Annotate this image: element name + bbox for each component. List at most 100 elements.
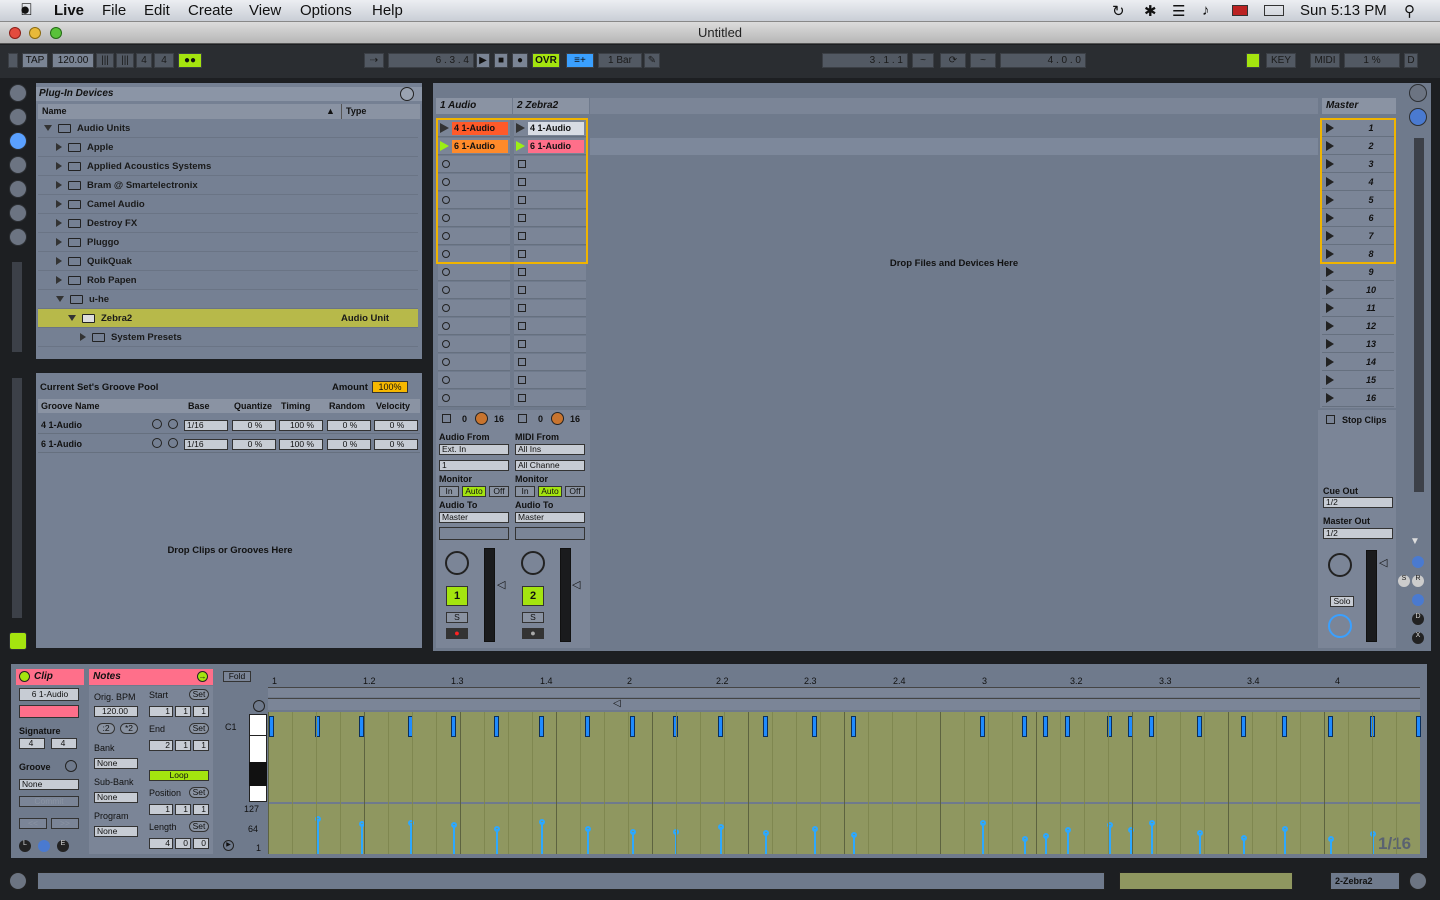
clip-signature-numerator[interactable]: 4 [19,738,45,749]
monitor-in-button[interactable]: In [439,486,459,497]
midi-note[interactable] [539,716,544,737]
velocity-handle[interactable] [1149,820,1155,826]
bluetooth-icon[interactable]: ✱ [1144,2,1157,20]
io-toggle-icon[interactable] [1412,556,1424,568]
cue-volume-knob[interactable] [1328,614,1352,638]
detail-view-icon[interactable] [1409,872,1427,890]
velocity-handle[interactable] [1197,830,1203,836]
length-sixteenth[interactable]: 0 [193,838,209,849]
clip-slot[interactable] [514,282,586,299]
browser-item[interactable]: Destroy FX [38,214,418,233]
velocity-handle[interactable] [1043,833,1049,839]
overdub-button[interactable]: OVR [532,53,560,68]
mixer-toggle-icon[interactable] [1412,594,1424,606]
nudge-left-button[interactable]: << [19,818,47,829]
drop-area[interactable]: Drop Files and Devices Here [590,118,1318,408]
velocity-handle[interactable] [539,819,545,825]
flag-icon[interactable] [1232,5,1248,16]
selected-track-label[interactable]: 2-Zebra2 [1330,872,1400,890]
input-channel-dropdown[interactable]: All Channe [515,460,585,471]
groove-row[interactable]: 4 1-Audio 1/16 0 % 100 % 0 % 0 % [38,417,420,434]
master-pan-knob[interactable] [1328,553,1352,577]
clip-color-dropdown[interactable] [19,705,79,718]
bank-dropdown[interactable]: None [94,758,138,769]
scene-launch[interactable]: 15 [1322,371,1394,389]
stop-button[interactable]: ■ [494,53,508,68]
play-button[interactable]: ▶ [476,53,490,68]
midi-note[interactable] [630,716,635,737]
returns-toggle-icon[interactable]: R [1412,575,1424,587]
file-browser-2-icon[interactable] [9,180,27,198]
scene-launch[interactable]: 16 [1322,389,1394,407]
position-set-button[interactable]: Set [189,787,209,798]
midi-note[interactable] [494,716,499,737]
menu-create[interactable]: Create [188,2,233,19]
browser-item[interactable]: Audio Units [38,119,418,138]
browser-item[interactable]: Camel Audio [38,195,418,214]
browser-item[interactable]: Bram @ Smartelectronix [38,176,418,195]
solo-cue-button[interactable]: Solo [1330,596,1354,607]
pan-knob[interactable] [445,551,469,575]
clip-slot[interactable] [514,318,586,335]
nudge-down-button[interactable]: ||| [96,53,114,68]
preview-icon[interactable] [253,700,265,712]
master-out-dropdown[interactable]: 1/2 [1323,528,1393,539]
notes-toggle-icon[interactable] [38,840,50,852]
hotswap-groove-icon[interactable] [168,438,178,448]
input-type-dropdown[interactable]: All Ins [515,444,585,455]
track-title-1[interactable]: 1 Audio [436,98,512,114]
signature-denominator[interactable]: 4 [154,53,174,68]
browser-item[interactable]: u-he [38,290,418,309]
record-button[interactable]: ● [512,53,528,68]
save-groove-icon[interactable] [152,419,162,429]
clip-slot[interactable] [438,390,510,407]
clip-activator-icon[interactable] [19,671,30,682]
velocity-handle[interactable] [812,826,818,832]
browser-item[interactable]: QuikQuak [38,252,418,271]
length-set-button[interactable]: Set [189,821,209,832]
loop-switch[interactable]: ⟳ [940,53,966,68]
sends-toggle-icon[interactable]: S [1398,575,1410,587]
amount-field[interactable]: 100% [372,381,408,393]
key-map-icon[interactable] [1246,53,1260,68]
velocity-handle[interactable] [1282,826,1288,832]
clip-slot[interactable] [438,264,510,281]
output-channel[interactable] [439,527,509,540]
session-view-icon[interactable] [1409,84,1427,102]
browser-item[interactable]: Pluggo [38,233,418,252]
send-knob[interactable] [475,412,488,425]
session-scrollbar[interactable] [1414,138,1424,492]
scene-launch[interactable]: 10 [1322,281,1394,299]
crossfader-toggle-icon[interactable]: X [1412,632,1424,644]
browser-toggle-icon[interactable] [9,84,27,102]
clip-signature-denominator[interactable]: 4 [51,738,77,749]
track-2-stop-icon[interactable] [518,414,527,423]
groove-row[interactable]: 6 1-Audio 1/16 0 % 100 % 0 % 0 % [38,436,420,453]
metronome-button[interactable]: ●● [178,53,202,68]
double-button[interactable]: *2 [120,723,138,734]
master-title[interactable]: Master [1322,98,1396,114]
position-sixteenth[interactable]: 1 [193,804,209,815]
velocity-handle[interactable] [980,820,986,826]
launch-toggle-icon[interactable]: L [19,840,31,852]
apple-logo[interactable]: ● [20,0,30,20]
volume-fader-icon[interactable]: ◁ [572,578,580,591]
halve-button[interactable]: :2 [97,723,115,734]
midi-note[interactable] [980,716,985,737]
midi-note[interactable] [1065,716,1070,737]
menu-help[interactable]: Help [372,2,403,19]
track-activator-2[interactable]: 2 [522,586,544,606]
midi-note[interactable] [718,716,723,737]
output-dropdown[interactable]: Master [439,512,509,523]
midi-note[interactable] [451,716,456,737]
output-dropdown[interactable]: Master [515,512,585,523]
monitor-auto-button[interactable]: Auto [462,486,486,497]
volume-icon[interactable]: ♪ [1202,2,1210,19]
zoom-icon[interactable] [50,27,62,39]
clip-slot[interactable] [514,354,586,371]
browser-item[interactable]: Applied Acoustics Systems [38,157,418,176]
col-name[interactable]: Name [42,106,67,116]
send-knob[interactable] [551,412,564,425]
loop-button[interactable]: Loop [149,770,209,781]
browser-scrollbar[interactable] [12,262,22,352]
